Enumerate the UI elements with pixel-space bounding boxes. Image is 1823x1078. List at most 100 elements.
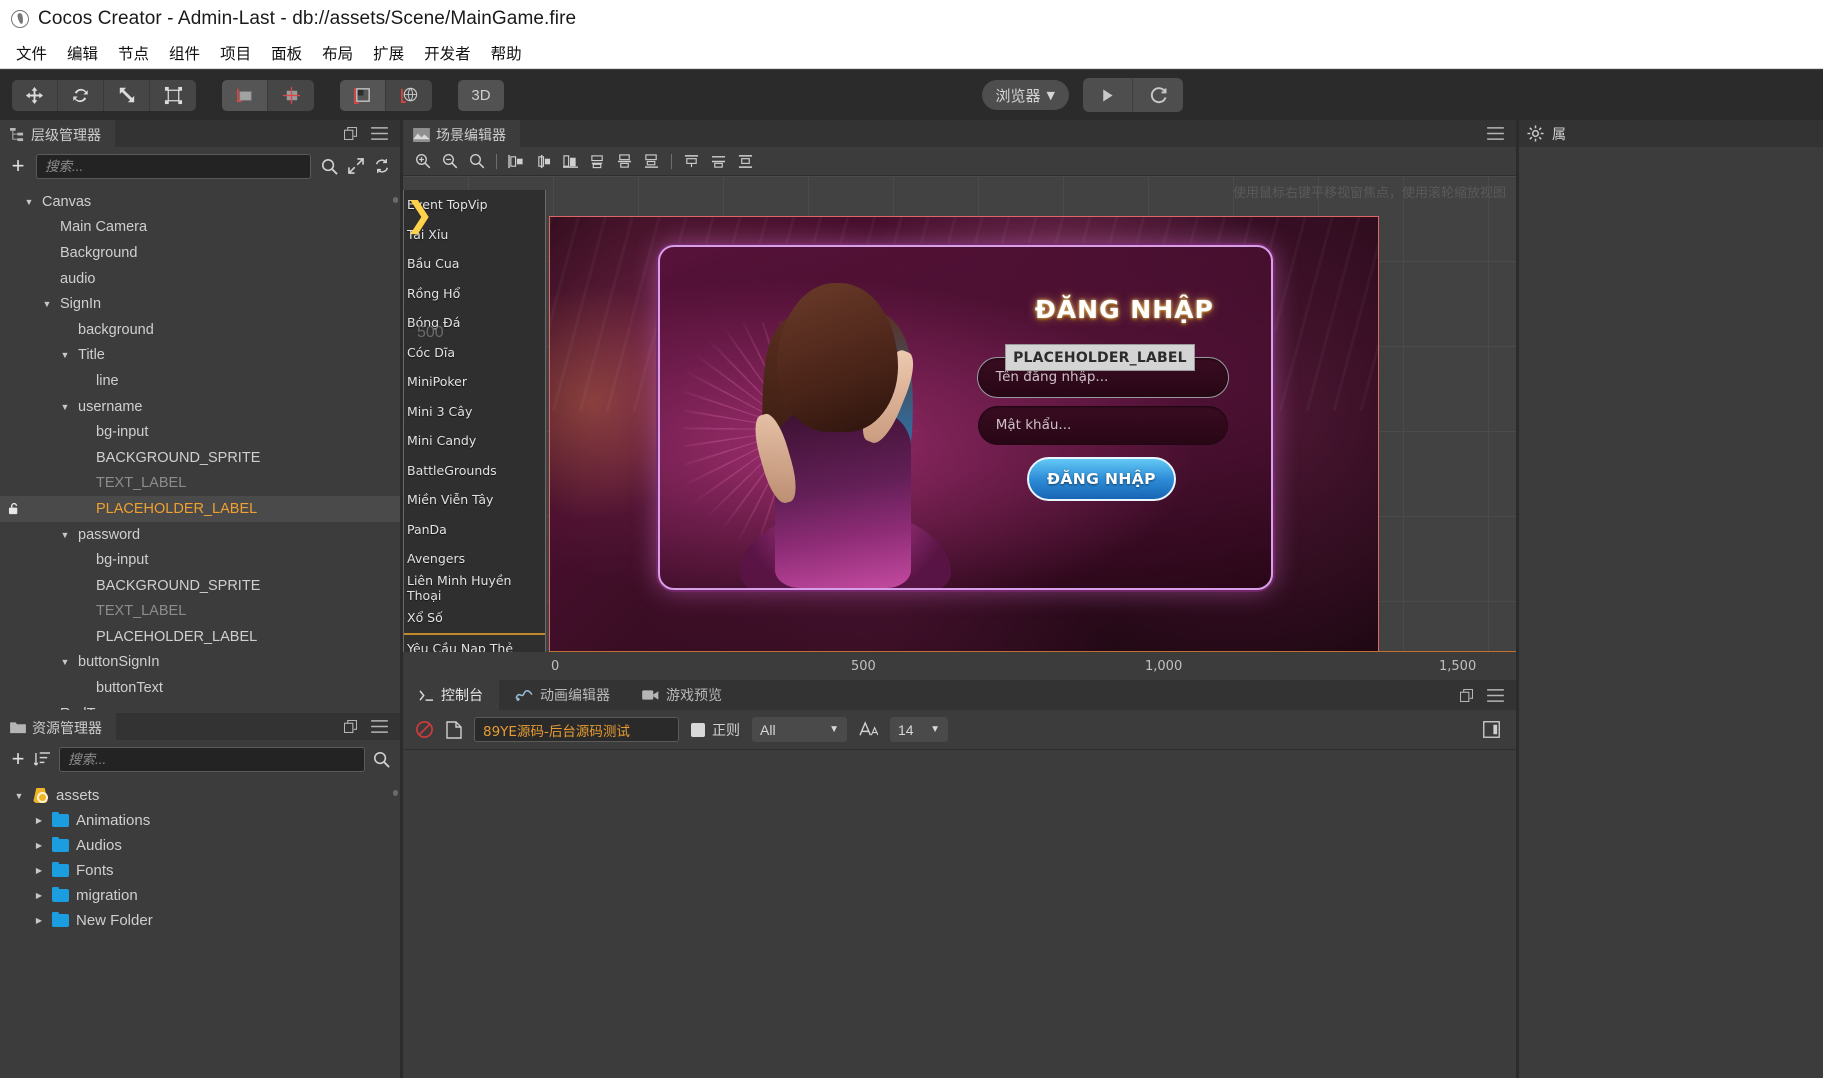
unlock-icon[interactable] <box>8 502 21 515</box>
splitter-right[interactable] <box>1516 120 1519 1078</box>
align-top-tool-button[interactable] <box>584 148 611 175</box>
twisty-toggle-icon[interactable] <box>58 657 72 667</box>
hamburger-icon[interactable] <box>371 720 388 733</box>
game-list-item[interactable]: Avengers <box>404 544 545 574</box>
twisty-toggle-icon[interactable] <box>32 891 46 900</box>
scene-viewport[interactable]: 使用鼠标右键平移视窗焦点，使用滚轮缩放视图 Event TopVip Tài Xỉ… <box>403 176 1516 678</box>
zoom-reset-tool-button[interactable] <box>463 148 490 175</box>
twisty-toggle-icon[interactable] <box>40 709 54 710</box>
menu-component[interactable]: 组件 <box>159 39 210 67</box>
refresh-button[interactable] <box>1133 78 1183 112</box>
distribute-gap-tool-button[interactable] <box>732 148 759 175</box>
align-center-h-tool-button[interactable] <box>530 148 557 175</box>
preview-target-select[interactable]: 浏览器 ▼ <box>981 80 1069 110</box>
search-icon[interactable] <box>321 158 338 175</box>
global-coord-tool-button[interactable] <box>386 80 432 111</box>
twisty-toggle-icon[interactable] <box>58 350 72 360</box>
asset-node-assets[interactable]: assets <box>0 783 400 808</box>
asset-node-new-folder[interactable]: New Folder <box>0 908 400 933</box>
game-list-strip[interactable]: Event TopVip Tài Xỉu Bầu Cua Rồng Hổ Bóng Đá… <box>403 190 546 660</box>
game-list-item[interactable]: PanDa <box>404 515 545 545</box>
hierarchy-node-background-sprite[interactable]: BACKGROUND_SPRITE <box>0 573 400 599</box>
menu-layout[interactable]: 布局 <box>312 39 363 67</box>
gear-icon[interactable] <box>1527 125 1544 142</box>
expand-all-icon[interactable] <box>348 158 364 174</box>
twisty-toggle-icon[interactable] <box>22 197 36 207</box>
menu-edit[interactable]: 编辑 <box>57 39 108 67</box>
local-coord-tool-button[interactable] <box>340 79 386 111</box>
hierarchy-node-bg-input[interactable]: bg-input <box>0 547 400 573</box>
collapse-icon[interactable] <box>1483 721 1500 738</box>
hierarchy-node-text-label[interactable]: TEXT_LABEL <box>0 599 400 625</box>
hierarchy-node-audio[interactable]: audio <box>0 266 400 292</box>
asset-node-fonts[interactable]: Fonts <box>0 858 400 883</box>
menu-file[interactable]: 文件 <box>6 39 57 67</box>
hierarchy-node-text-label[interactable]: TEXT_LABEL <box>0 471 400 497</box>
search-icon[interactable] <box>373 751 390 768</box>
game-list-item[interactable]: Mini 3 Cây <box>404 397 545 427</box>
hierarchy-node-username[interactable]: username <box>0 394 400 420</box>
rotate-tool-button[interactable] <box>58 79 104 111</box>
popout-icon[interactable] <box>1460 688 1473 702</box>
asset-node-migration[interactable]: migration <box>0 883 400 908</box>
zoom-in-tool-button[interactable] <box>409 148 436 175</box>
game-list-item[interactable]: BattleGrounds <box>404 456 545 486</box>
menu-developer[interactable]: 开发者 <box>414 39 481 67</box>
hierarchy-node-placeholder-label[interactable]: PLACEHOLDER_LABEL <box>0 496 400 522</box>
twisty-toggle-icon[interactable] <box>40 299 54 309</box>
popout-icon[interactable] <box>344 720 357 733</box>
hierarchy-node-redt[interactable]: RedT <box>0 701 400 710</box>
menu-node[interactable]: 节点 <box>108 39 159 67</box>
hierarchy-node-background-sprite[interactable]: BACKGROUND_SPRITE <box>0 445 400 471</box>
game-canvas[interactable]: ĐĂNG NHẬP PLACEHOLDER_LABEL Tên đăng nhậ… <box>549 216 1379 678</box>
game-list-item[interactable]: Mini Candy <box>404 426 545 456</box>
move-tool-button[interactable] <box>12 79 58 111</box>
hierarchy-node-background[interactable]: Background <box>0 240 400 266</box>
menu-help[interactable]: 帮助 <box>481 39 532 67</box>
hierarchy-node-password[interactable]: password <box>0 522 400 548</box>
assets-tree[interactable]: assets Animations Audios Fonts migration New … <box>0 778 400 1078</box>
hamburger-icon[interactable] <box>1487 688 1504 702</box>
tab-assets[interactable]: 资源管理器 <box>0 713 116 740</box>
align-middle-v-tool-button[interactable] <box>611 148 638 175</box>
game-list-item[interactable]: Bầu Cua <box>404 249 545 279</box>
hierarchy-node-background[interactable]: background <box>0 317 400 343</box>
regex-checkbox-box[interactable] <box>691 722 705 737</box>
game-list-item[interactable]: Miền Viễn Tây <box>404 485 545 515</box>
hierarchy-node-title[interactable]: Title <box>0 343 400 369</box>
hierarchy-search-box[interactable] <box>36 153 311 179</box>
hierarchy-tree[interactable]: Canvas Main Camera Background audio SignIn ba… <box>0 185 400 710</box>
asset-node-audios[interactable]: Audios <box>0 833 400 858</box>
menu-panel[interactable]: 面板 <box>261 39 312 67</box>
hierarchy-node-line[interactable]: line <box>0 368 400 394</box>
pivot-anchor-tool-button[interactable] <box>268 80 314 111</box>
asset-node-animations[interactable]: Animations <box>0 808 400 833</box>
tab-animation-editor[interactable]: 动画编辑器 <box>499 680 626 710</box>
tab-game-preview[interactable]: 游戏预览 <box>626 680 738 710</box>
hierarchy-search-input[interactable] <box>45 158 302 174</box>
play-button[interactable] <box>1083 78 1133 112</box>
popout-icon[interactable] <box>344 127 357 140</box>
clear-console-button[interactable] <box>415 720 434 739</box>
menu-extension[interactable]: 扩展 <box>363 39 414 67</box>
password-input[interactable]: Mật khẩu... <box>977 405 1229 445</box>
distribute-h-tool-button[interactable] <box>678 148 705 175</box>
hierarchy-refresh-icon[interactable] <box>374 158 390 174</box>
log-level-select[interactable]: All ▼ <box>752 717 847 742</box>
twisty-toggle-icon[interactable] <box>12 791 26 801</box>
console-filter-input[interactable]: 89YE源码-后台源码测试 <box>474 717 679 742</box>
pivot-center-tool-button[interactable] <box>222 79 268 111</box>
align-bottom-tool-button[interactable] <box>638 148 665 175</box>
hierarchy-node-signin[interactable]: SignIn <box>0 291 400 317</box>
mode-3d-toggle[interactable]: 3D <box>458 79 504 111</box>
rect-transform-tool-button[interactable] <box>150 80 196 111</box>
hierarchy-node-placeholder-label[interactable]: PLACEHOLDER_LABEL <box>0 624 400 650</box>
twisty-toggle-icon[interactable] <box>32 866 46 875</box>
game-list-item[interactable]: Xổ Số <box>404 603 545 633</box>
assets-search-input[interactable] <box>68 751 356 767</box>
login-submit-button[interactable]: ĐĂNG NHẬP <box>1026 456 1177 502</box>
align-right-tool-button[interactable] <box>557 148 584 175</box>
hierarchy-node-buttonsignin[interactable]: buttonSignIn <box>0 650 400 676</box>
twisty-toggle-icon[interactable] <box>58 402 72 412</box>
console-output[interactable] <box>403 750 1516 1078</box>
